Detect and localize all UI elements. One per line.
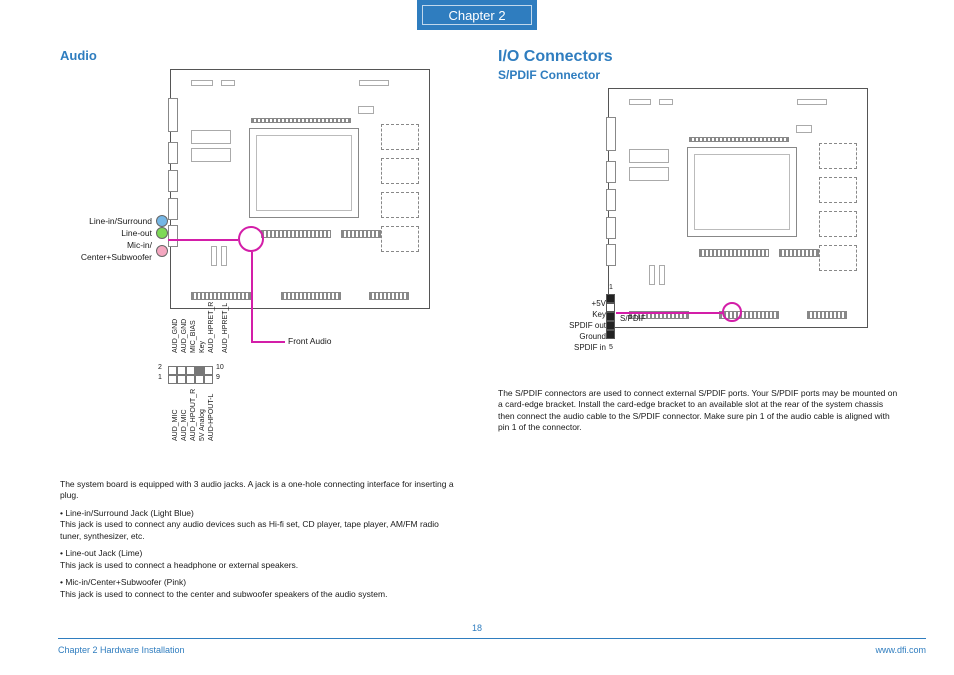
spdif-pin-1: +5V — [498, 298, 606, 309]
spdif-num-top: 1 — [609, 284, 613, 291]
footer-rule — [58, 638, 926, 639]
pin-num-tr: 10 — [216, 364, 224, 371]
page-number: 18 — [472, 623, 482, 633]
front-audio-pin-header: AUD_GND AUD_GND MIC_BIAS Key AUD_HPRET_R… — [160, 298, 270, 368]
spdif-pin-graphic — [606, 294, 615, 339]
spdif-pin-5: SPDIF in — [498, 342, 606, 353]
jack-line-in-label: Line-in/Surround — [89, 215, 152, 227]
pin-bot-5: AUD-HPOUT-L — [208, 394, 215, 441]
line-out-jack-icon — [156, 227, 168, 239]
jack-line-in: Line-in/Surround — [60, 215, 168, 227]
jack-line-out: Line-out — [60, 227, 168, 239]
pin-num-br: 9 — [216, 374, 220, 381]
pin-num-tl: 2 — [158, 364, 162, 371]
leader-jacks — [168, 239, 238, 241]
pin-top-2: AUD_GND — [181, 319, 188, 353]
spdif-num-bot: 5 — [609, 344, 613, 351]
spdif-highlight-ring — [722, 302, 742, 322]
audio-board-diagram: Line-in/Surround Line-out Mic-in/ Center… — [60, 69, 460, 319]
audio-body-text: The system board is equipped with 3 audi… — [60, 479, 460, 600]
jack-line-out-label: Line-out — [121, 227, 152, 239]
front-audio-highlight-ring — [238, 226, 264, 252]
footer-left: Chapter 2 Hardware Installation — [58, 645, 185, 655]
pin-num-bl: 1 — [158, 374, 162, 381]
spdif-pin-4: Ground — [498, 331, 606, 342]
mic-in-jack-icon — [156, 245, 168, 257]
pin-top-1: AUD_GND — [172, 319, 179, 353]
spdif-board-diagram: +5V Key SPDIF out Ground SPDIF in 1 5 S/… — [498, 88, 898, 358]
b1-text: This jack is used to connect any audio d… — [60, 519, 460, 542]
chapter-tab-label: Chapter 2 — [448, 8, 505, 23]
pin-bot-4: 5V Analog — [199, 409, 206, 441]
pin-bot-2: AUD_MIC — [181, 409, 188, 441]
left-column: Audio Line-in/Surround Line-out Mic-in/ … — [60, 48, 460, 600]
spdif-pin-2: Key — [498, 309, 606, 320]
jack-mic-in: Mic-in/ Center+Subwoofer — [60, 239, 168, 263]
pin-top-4: Key — [199, 341, 206, 353]
line-in-jack-icon — [156, 215, 168, 227]
b3-title: • Mic-in/Center+Subwoofer (Pink) — [60, 577, 460, 588]
spdif-label: S/PDIF — [620, 314, 646, 323]
front-audio-label: Front Audio — [288, 336, 331, 346]
motherboard-outline-right — [608, 88, 868, 328]
pin-bot-1: AUD_MIC — [172, 409, 179, 441]
pin-top-7: AUD_HPRET_L — [222, 303, 229, 353]
audio-intro: The system board is equipped with 3 audi… — [60, 479, 460, 502]
b3-text: This jack is used to connect to the cent… — [60, 589, 460, 600]
chapter-tab: Chapter 2 — [417, 0, 537, 30]
b1-title: • Line-in/Surround Jack (Light Blue) — [60, 508, 460, 519]
pin-bot-3: AUD_HPOUT_R — [190, 389, 197, 441]
page: Chapter 2 Audio Line-in/Surround Line-ou… — [0, 0, 954, 675]
jack-mic-in-label: Mic-in/ Center+Subwoofer — [81, 239, 152, 263]
right-column: I/O Connectors S/PDIF Connector +5 — [498, 48, 898, 434]
spdif-pin-labels: +5V Key SPDIF out Ground SPDIF in — [498, 298, 606, 353]
b2-title: • Line-out Jack (Lime) — [60, 548, 460, 559]
spdif-pin-3: SPDIF out — [498, 320, 606, 331]
pin-top-5: AUD_HPRET_R — [208, 302, 215, 353]
footer-right: www.dfi.com — [875, 645, 926, 655]
pin-top-3: MIC_BIAS — [190, 320, 197, 353]
b2-text: This jack is used to connect a headphone… — [60, 560, 460, 571]
audio-jacks-labels: Line-in/Surround Line-out Mic-in/ Center… — [60, 215, 168, 263]
spdif-body-text: The S/PDIF connectors are used to connec… — [498, 388, 898, 434]
heading-audio: Audio — [60, 48, 460, 63]
motherboard-outline — [170, 69, 430, 309]
heading-io: I/O Connectors — [498, 48, 898, 66]
heading-spdif: S/PDIF Connector — [498, 68, 898, 82]
